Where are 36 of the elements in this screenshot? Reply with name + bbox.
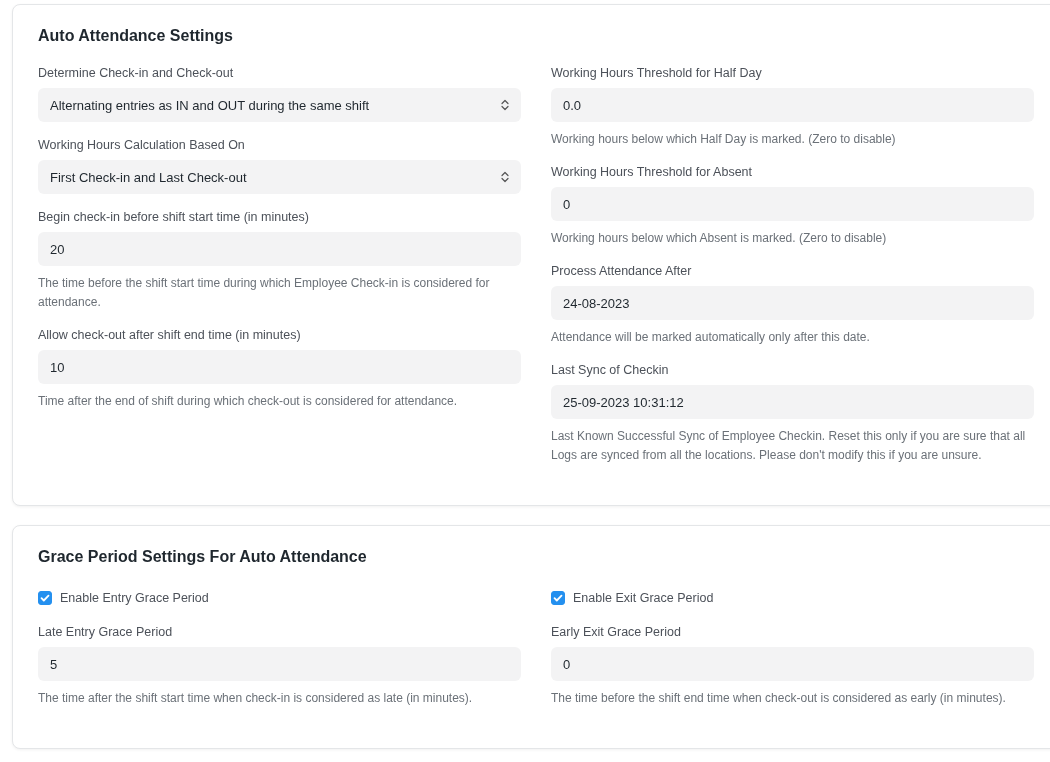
checkbox-label: Enable Exit Grace Period [573,591,714,605]
field-label: Begin check-in before shift start time (in minutes) [38,210,310,224]
input-field[interactable]: 0.0 [551,88,1034,122]
checkbox-label: Enable Entry Grace Period [60,591,209,605]
section-title: Grace Period Settings For Auto Attendance [38,548,368,566]
input-field[interactable]: 24-08-2023 [551,286,1034,320]
input-field[interactable]: 0 [551,187,1034,221]
field-label: Last Sync of Checkin [551,363,670,377]
field-description: The time before the shift end time when check-out is considered as early (in minutes). [551,690,1007,707]
input-field[interactable]: 10 [38,350,521,384]
select-field[interactable]: First Check-in and Last Check-out [38,160,521,194]
field-label: Working Hours Threshold for Half Day [551,66,763,80]
field-description: The time after the shift start time when check-in is considered as late (in minutes). [38,690,474,707]
field-label: Early Exit Grace Period [551,625,682,639]
input-field[interactable]: 20 [38,232,521,266]
field-label: Allow check-out after shift end time (in minutes) [38,328,302,342]
field-label: Working Hours Calculation Based On [38,138,246,152]
field-description: Time after the end of shift during which check-out is considered for attendance. [38,393,459,410]
input-field[interactable]: 25-09-2023 10:31:12 [551,385,1034,419]
field-description: Last Known Successful Sync of Employee Checkin. Reset this only if you are sure that all Logs are synced from all the locations. Please don't modify this if you are unsure. [551,428,1027,464]
field-label: Working Hours Threshold for Absent [551,165,754,179]
input-field[interactable]: 5 [38,647,521,681]
field-description: Working hours below which Absent is marked. (Zero to disable) [551,230,888,247]
field-description: Working hours below which Half Day is marked. (Zero to disable) [551,131,897,148]
field-label: Determine Check-in and Check-out [38,66,235,80]
chevron-updown-icon [501,171,509,183]
field-label: Late Entry Grace Period [38,625,174,639]
checkbox[interactable] [551,591,565,605]
select-field[interactable]: Alternating entries as IN and OUT during the same shift [38,88,521,122]
field-description: The time before the shift start time during which Employee Check-in is considered for attendance. [38,275,491,311]
field-label: Process Attendance After [551,264,693,278]
input-field[interactable]: 0 [551,647,1034,681]
section-title: Auto Attendance Settings [38,27,234,45]
field-description: Attendance will be marked automatically only after this date. [551,329,871,346]
checkbox[interactable] [38,591,52,605]
chevron-updown-icon [501,99,509,111]
